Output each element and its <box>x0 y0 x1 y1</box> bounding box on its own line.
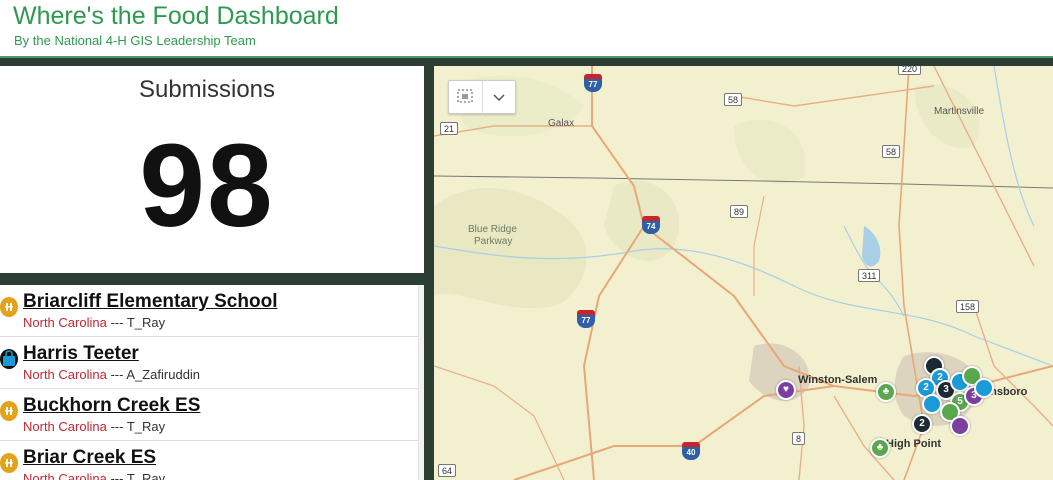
list-item-user: T_Ray <box>126 471 166 480</box>
route-shield: 58 <box>724 93 743 106</box>
map-label-winston-salem: Winston-Salem <box>798 374 878 386</box>
route-shield: 158 <box>956 300 980 313</box>
list-item-user: T_Ray <box>126 315 166 330</box>
route-shield: 21 <box>440 122 459 135</box>
route-shield: 64 <box>438 464 457 477</box>
list-item[interactable]: Briar Creek ES North Carolina --- T_Ray <box>0 441 418 480</box>
map-marker-purple[interactable]: ♥ <box>776 380 796 400</box>
grocery-bag-icon <box>0 349 18 369</box>
dashboard-title: Where's the Food Dashboard <box>13 2 339 30</box>
map-label-parkway: Parkway <box>474 236 513 247</box>
list-item-state: North Carolina <box>23 315 107 330</box>
interstate-shield: 74 <box>642 216 660 234</box>
interstate-shield: 77 <box>584 74 602 92</box>
list-item-separator: --- <box>106 315 127 330</box>
select-by-rectangle-button[interactable] <box>449 81 483 113</box>
list-item-separator: --- <box>106 367 127 382</box>
interstate-shield: 77 <box>577 310 595 328</box>
list-item[interactable]: Buckhorn Creek ES North Carolina --- T_R… <box>0 389 418 441</box>
interstate-shield: 40 <box>682 442 700 460</box>
map-label-galax: Galax <box>548 118 575 129</box>
map-label-high-point: High Point <box>886 438 941 450</box>
map-marker-grocery[interactable] <box>974 378 994 398</box>
select-rectangle-icon <box>457 89 473 103</box>
list-item-state: North Carolina <box>23 367 107 382</box>
route-shield: 89 <box>730 205 749 218</box>
indicator-value: 98 <box>139 120 275 252</box>
map-marker-green[interactable]: ♣ <box>876 382 896 402</box>
list-item-state: North Carolina <box>23 471 107 480</box>
dashboard-header: Where's the Food Dashboard By the Nation… <box>0 0 1053 56</box>
list-item[interactable]: Briarcliff Elementary School North Carol… <box>0 285 418 337</box>
list-item-separator: --- <box>106 419 127 434</box>
dashboard-subtitle: By the National 4-H GIS Leadership Team <box>14 33 256 48</box>
list-item-name[interactable]: Briarcliff Elementary School <box>23 291 277 313</box>
route-shield: 8 <box>792 432 806 445</box>
map-cluster-count[interactable]: 2 <box>912 414 932 434</box>
list-item-user: A_Zafiruddin <box>126 367 201 382</box>
map-view[interactable]: Galax Martinsville Blue Ridge Parkway Wi… <box>434 66 1053 480</box>
school-icon <box>0 401 18 421</box>
map-label-martinsville: Martinsville <box>934 106 985 117</box>
route-shield: 311 <box>858 269 881 282</box>
list-item-name[interactable]: Buckhorn Creek ES <box>23 395 200 417</box>
list-item[interactable]: Harris Teeter North Carolina --- A_Zafir… <box>0 337 418 389</box>
list-item-separator: --- <box>106 471 127 480</box>
map-label-blue-ridge: Blue Ridge <box>468 224 517 235</box>
list-item-user: T_Ray <box>126 419 166 434</box>
route-shield: 58 <box>882 145 901 158</box>
map-marker-green[interactable]: ♣ <box>870 438 890 458</box>
map-select-tool[interactable] <box>448 80 516 114</box>
school-icon <box>0 297 18 317</box>
list-item-state: North Carolina <box>23 419 107 434</box>
list-item-name[interactable]: Harris Teeter <box>23 343 139 365</box>
map-marker-purple[interactable] <box>950 416 970 436</box>
submissions-list[interactable]: Briarcliff Elementary School North Carol… <box>0 285 424 480</box>
submissions-indicator: Submissions 98 <box>0 66 424 273</box>
list-item-name[interactable]: Briar Creek ES <box>23 447 156 469</box>
route-shield: 220 <box>898 66 922 75</box>
school-icon <box>0 453 18 473</box>
list-scrollbar[interactable] <box>418 285 424 480</box>
chevron-down-icon <box>493 94 505 102</box>
map-marker-grocery[interactable] <box>922 394 942 414</box>
select-options-dropdown[interactable] <box>483 81 515 113</box>
indicator-label: Submissions <box>138 76 276 103</box>
